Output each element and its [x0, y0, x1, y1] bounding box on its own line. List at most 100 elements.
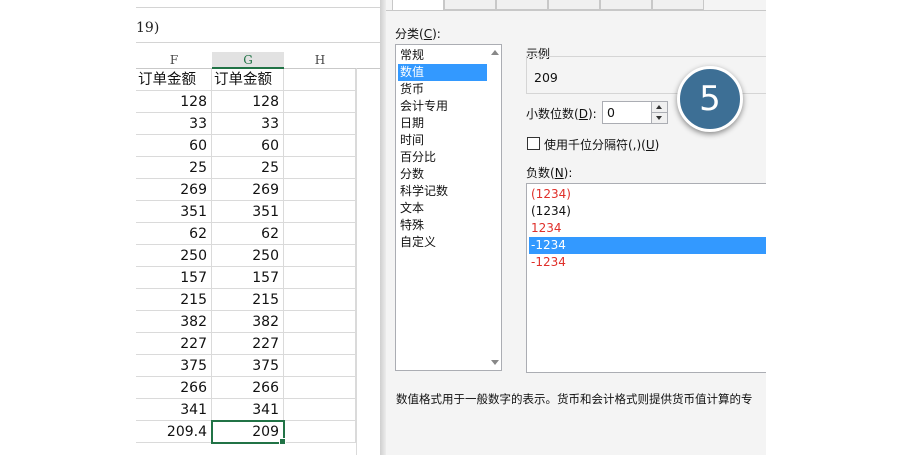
- category-item[interactable]: 百分比: [398, 149, 487, 166]
- column-f-cell[interactable]: 215: [136, 289, 212, 311]
- column-h-cell[interactable]: [284, 289, 356, 311]
- list-scroll-up-icon[interactable]: [491, 50, 499, 55]
- column-f-cell[interactable]: 250: [136, 245, 212, 267]
- column-f-cell[interactable]: 227: [136, 333, 212, 355]
- column-g-header-cell[interactable]: 订单金额: [212, 69, 284, 91]
- formula-fragment: 19): [136, 20, 160, 36]
- column-h-cell[interactable]: [284, 91, 356, 113]
- active-cell[interactable]: 209: [211, 420, 286, 445]
- category-item[interactable]: 自定义: [398, 234, 487, 251]
- chevron-up-icon: [656, 105, 662, 109]
- column-h-cell[interactable]: [284, 333, 356, 355]
- column-h-cell[interactable]: [284, 245, 356, 267]
- decimal-places-stepper[interactable]: [651, 101, 668, 124]
- column-f-cell[interactable]: 375: [136, 355, 212, 377]
- category-item[interactable]: 常规: [398, 47, 487, 64]
- decimal-places-input[interactable]: 0: [602, 101, 652, 124]
- column-h-cell[interactable]: [284, 311, 356, 333]
- negative-format-item[interactable]: -1234: [529, 254, 766, 271]
- step-number-badge: 5: [677, 66, 743, 132]
- column-g-cell[interactable]: 157: [212, 267, 284, 289]
- stepper-down-button[interactable]: [652, 113, 667, 124]
- column-g-cell[interactable]: 341: [212, 399, 284, 421]
- column-header-f[interactable]: F: [136, 52, 212, 69]
- column-g-cell[interactable]: 62: [212, 223, 284, 245]
- column-h-cell[interactable]: [284, 355, 356, 377]
- thousands-separator-label[interactable]: 使用千位分隔符(,)(U): [544, 136, 659, 153]
- negative-format-item[interactable]: -1234: [529, 237, 766, 254]
- column-f-cell[interactable]: 62: [136, 223, 212, 245]
- column-h-cell[interactable]: [284, 421, 356, 443]
- column-g-cell[interactable]: 128: [212, 91, 284, 113]
- column-g-cell[interactable]: 33: [212, 113, 284, 135]
- column-f-cell[interactable]: 209.4: [136, 421, 212, 443]
- column-f-cell[interactable]: 25: [136, 157, 212, 179]
- column-h-cell[interactable]: [284, 135, 356, 157]
- column-h-cell[interactable]: [284, 267, 356, 289]
- column-f-cell[interactable]: 341: [136, 399, 212, 421]
- column-g-cell[interactable]: 382: [212, 311, 284, 333]
- column-g-cell[interactable]: 25: [212, 157, 284, 179]
- column-g-cell[interactable]: 351: [212, 201, 284, 223]
- category-item[interactable]: 会计专用: [398, 98, 487, 115]
- category-item[interactable]: 时间: [398, 132, 487, 149]
- category-label: 分类(C):: [395, 27, 441, 41]
- column-h-cell[interactable]: [284, 157, 356, 179]
- chevron-down-icon: [656, 116, 662, 120]
- sheet-top-strip: [136, 0, 380, 8]
- sample-value: 209: [534, 70, 558, 85]
- category-item[interactable]: 分数: [398, 166, 487, 183]
- column-header-g[interactable]: G: [212, 52, 284, 69]
- column-g-cell[interactable]: 250: [212, 245, 284, 267]
- tab-border[interactable]: [548, 0, 600, 10]
- tab-fill[interactable]: [600, 0, 652, 10]
- column-h-cell[interactable]: [284, 377, 356, 399]
- column-header-next[interactable]: [356, 52, 380, 69]
- category-item[interactable]: 特殊: [398, 217, 487, 234]
- column-g-cell[interactable]: 60: [212, 135, 284, 157]
- column-f-cell[interactable]: 266: [136, 377, 212, 399]
- column-h-cell[interactable]: [284, 113, 356, 135]
- category-item[interactable]: 文本: [398, 200, 487, 217]
- negative-format-item[interactable]: 1234: [529, 220, 766, 237]
- column-f-cell[interactable]: 33: [136, 113, 212, 135]
- column-f-cell[interactable]: 269: [136, 179, 212, 201]
- category-item[interactable]: 数值: [398, 64, 487, 81]
- tab-protection[interactable]: [652, 0, 704, 10]
- tab-number[interactable]: [392, 0, 444, 11]
- column-g-cell[interactable]: 269: [212, 179, 284, 201]
- negative-numbers-list[interactable]: (1234) (1234) 1234 -1234 -1234: [526, 183, 766, 373]
- category-list[interactable]: 常规 数值 货币 会计专用 日期 时间 百分比 分数 科学记数 文本 特殊 自定义: [395, 44, 502, 371]
- spreadsheet-area: 19) F G H 订单金额 订单金额 128 128 33 33 60 60 25 25 269 2…: [136, 0, 380, 455]
- thousands-separator-checkbox[interactable]: [527, 137, 540, 150]
- column-h-cell[interactable]: [284, 201, 356, 223]
- column-f-header-cell[interactable]: 订单金额: [136, 69, 212, 91]
- column-h-cell[interactable]: [284, 69, 356, 91]
- decimal-places-label: 小数位数(D):: [526, 107, 597, 121]
- column-g-cell[interactable]: 266: [212, 377, 284, 399]
- negative-numbers-label: 负数(N):: [526, 166, 573, 180]
- column-h-cell[interactable]: [284, 179, 356, 201]
- negative-format-item[interactable]: (1234): [529, 203, 766, 220]
- column-f-cell[interactable]: 60: [136, 135, 212, 157]
- category-item[interactable]: 日期: [398, 115, 487, 132]
- column-g-cell[interactable]: 215: [212, 289, 284, 311]
- column-f-cell[interactable]: 128: [136, 91, 212, 113]
- grid-line: [356, 68, 357, 455]
- column-f-cell[interactable]: 382: [136, 311, 212, 333]
- column-h-cell[interactable]: [284, 223, 356, 245]
- tab-font[interactable]: [496, 0, 548, 10]
- negative-format-item[interactable]: (1234): [529, 186, 766, 203]
- column-f-cell[interactable]: 351: [136, 201, 212, 223]
- column-g-cell[interactable]: 227: [212, 333, 284, 355]
- stepper-up-button[interactable]: [652, 102, 667, 113]
- category-item[interactable]: 货币: [398, 81, 487, 98]
- tab-alignment[interactable]: [444, 0, 496, 10]
- list-scroll-down-icon[interactable]: [491, 360, 499, 365]
- column-f-cell[interactable]: 157: [136, 267, 212, 289]
- column-g-cell[interactable]: 375: [212, 355, 284, 377]
- column-header-h[interactable]: H: [284, 52, 356, 69]
- category-item[interactable]: 科学记数: [398, 183, 487, 200]
- column-h-cell[interactable]: [284, 399, 356, 421]
- dialog-tab-strip: [386, 0, 766, 11]
